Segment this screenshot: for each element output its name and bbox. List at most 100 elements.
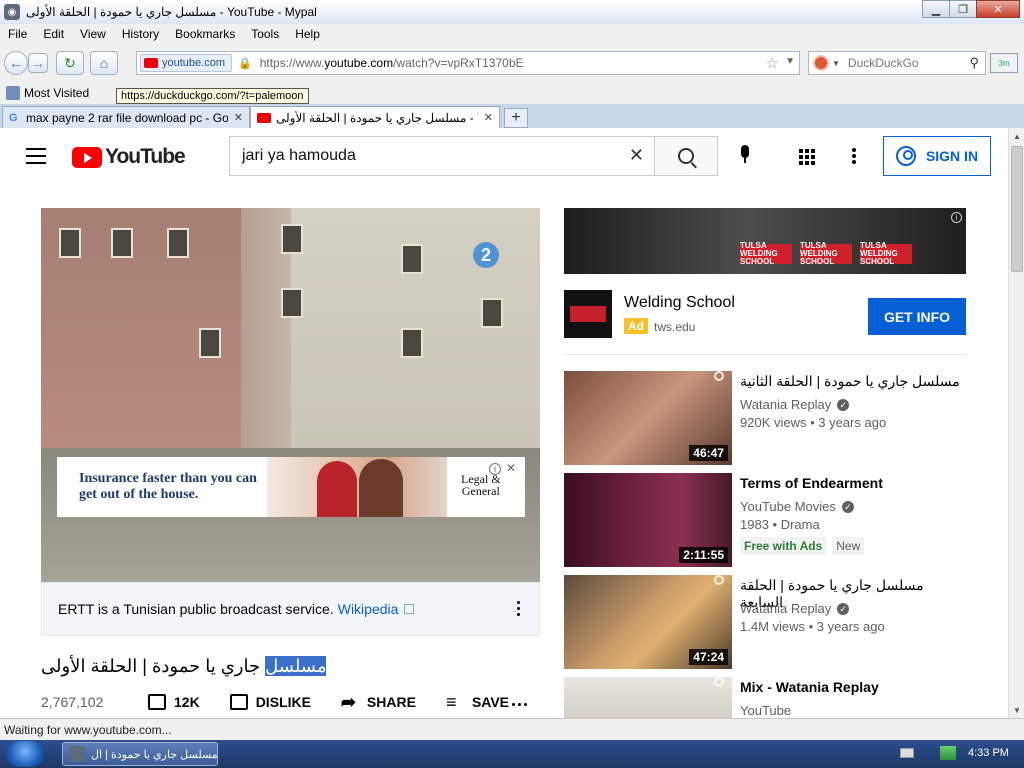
duckduckgo-icon[interactable] bbox=[813, 55, 829, 71]
video-title[interactable]: Terms of Endearment bbox=[740, 475, 960, 491]
video-title[interactable]: Mix - Watania Replay bbox=[740, 679, 960, 695]
advertiser-name[interactable]: Welding School bbox=[624, 294, 735, 312]
search-bar[interactable]: ▼ DuckDuckGo ⚲ bbox=[808, 51, 986, 75]
save-button[interactable]: ≡ SAVE bbox=[446, 693, 510, 711]
recommended-video[interactable]: Mix - Watania Replay YouTube bbox=[564, 677, 1008, 718]
network-tray-icon[interactable] bbox=[940, 746, 956, 760]
ad-info-icon[interactable]: i bbox=[951, 212, 962, 223]
dislike-label: DISLIKE bbox=[255, 694, 311, 710]
video-title: مسلسل جاري يا حمودة | الحلقة الأولى bbox=[41, 656, 540, 677]
tab-youtube-video[interactable]: مسلسل جاري يا حمودة | الحلقة الأولى - Yo… bbox=[250, 106, 500, 128]
menu-file[interactable]: File bbox=[0, 27, 35, 41]
search-engine-dropdown-icon[interactable]: ▼ bbox=[832, 59, 840, 68]
youtube-logo[interactable]: YouTube bbox=[72, 145, 186, 169]
menu-bookmarks[interactable]: Bookmarks bbox=[167, 27, 243, 41]
menu-history[interactable]: History bbox=[114, 27, 167, 41]
page-scrollbar[interactable]: ▲ ▼ bbox=[1008, 128, 1024, 718]
video-player[interactable]: 2 Insurance faster than you can get out … bbox=[41, 208, 540, 582]
tab-close-icon[interactable]: ✕ bbox=[234, 111, 243, 124]
bookmark-star-icon[interactable]: ☆ bbox=[766, 54, 779, 72]
video-thumbnail[interactable]: 2:11:55 bbox=[564, 473, 732, 567]
youtube-favicon-icon bbox=[144, 58, 158, 68]
video-frame bbox=[401, 244, 423, 274]
maximize-button[interactable]: ❐ bbox=[949, 0, 977, 18]
menu-tools[interactable]: Tools bbox=[243, 27, 287, 41]
tab-close-icon[interactable]: ✕ bbox=[484, 111, 493, 124]
more-actions-icon[interactable] bbox=[512, 703, 530, 706]
channel-name[interactable]: Watania Replay ✓ bbox=[740, 397, 850, 412]
forward-button[interactable]: → bbox=[28, 53, 48, 73]
verified-check-icon: ✓ bbox=[841, 500, 854, 513]
keyboard-tray-icon[interactable] bbox=[900, 748, 914, 758]
ad-info-icon[interactable]: i bbox=[489, 463, 501, 475]
menu-hamburger-icon[interactable] bbox=[26, 148, 46, 164]
youtube-search-button[interactable] bbox=[654, 136, 718, 176]
tab-label: max payne 2 rar file download pc - Go... bbox=[26, 110, 228, 125]
system-clock[interactable]: 4:33 PM bbox=[968, 747, 1009, 759]
url-text[interactable]: https://www.youtube.com/watch?v=vpRxT137… bbox=[260, 56, 524, 70]
video-frame bbox=[401, 328, 423, 358]
minimize-button[interactable]: ▁ bbox=[922, 0, 950, 18]
overlay-ad[interactable]: Insurance faster than you can get out of… bbox=[57, 457, 525, 517]
settings-more-icon[interactable] bbox=[852, 148, 856, 166]
banner-ad[interactable]: TULSA WELDING SCHOOL TULSA WELDING SCHOO… bbox=[564, 208, 966, 274]
home-button[interactable]: ⌂ bbox=[90, 51, 118, 75]
back-button[interactable]: ← bbox=[4, 51, 28, 75]
search-go-icon[interactable]: ⚲ bbox=[969, 55, 979, 71]
url-history-dropdown-icon[interactable]: ▼ bbox=[785, 56, 795, 67]
menu-view[interactable]: View bbox=[72, 27, 114, 41]
verified-check-icon: ✓ bbox=[837, 602, 850, 615]
url-bar[interactable]: youtube.com 🔒 https://www.youtube.com/wa… bbox=[136, 51, 800, 75]
video-thumbnail[interactable]: 46:47 bbox=[564, 371, 732, 465]
close-ad-icon[interactable]: ✕ bbox=[506, 461, 516, 475]
search-query: jari ya hamouda bbox=[242, 147, 356, 164]
share-button[interactable]: ➦ SHARE bbox=[341, 693, 416, 711]
advertiser-domain: tws.edu bbox=[654, 320, 696, 334]
close-window-button[interactable]: ✕ bbox=[976, 0, 1020, 18]
reload-button[interactable]: ↻ bbox=[56, 51, 84, 75]
scroll-up-arrow-icon[interactable]: ▲ bbox=[1009, 128, 1024, 144]
overlay-ad-text: Insurance faster than you can get out of… bbox=[79, 471, 257, 502]
video-title[interactable]: مسلسل جاري يا حمودة | الحلقة الثانية bbox=[740, 373, 960, 390]
web-page: YouTube jari ya hamouda ✕ SIGN IN 2 Insu… bbox=[0, 128, 1008, 718]
tab-google-search[interactable]: G max payne 2 rar file download pc - Go.… bbox=[2, 106, 250, 128]
tws-logo-chip: TULSA WELDING SCHOOL bbox=[800, 242, 852, 266]
get-info-button[interactable]: GET INFO bbox=[868, 298, 966, 335]
youtube-search-input[interactable]: jari ya hamouda ✕ bbox=[229, 136, 655, 176]
youtube-logo-text: YouTube bbox=[105, 145, 186, 168]
wikipedia-link[interactable]: Wikipedia bbox=[338, 601, 399, 617]
dislike-button[interactable]: DISLIKE bbox=[229, 694, 311, 710]
divider bbox=[564, 354, 966, 355]
taskbar-window-button[interactable]: مسلسل جاري يا حمودة | ال... bbox=[62, 742, 218, 766]
menu-help[interactable]: Help bbox=[287, 27, 328, 41]
start-button[interactable] bbox=[6, 741, 44, 767]
site-identity-button[interactable]: youtube.com bbox=[140, 54, 232, 72]
channel-name[interactable]: YouTube Movies ✓ bbox=[740, 499, 854, 514]
save-label: SAVE bbox=[471, 694, 510, 710]
navigation-toolbar: ← → ↻ ⌂ youtube.com 🔒 https://www.youtub… bbox=[0, 44, 1024, 82]
new-tab-button[interactable]: + bbox=[504, 108, 528, 128]
channel-watermark-icon bbox=[714, 371, 724, 381]
recommended-video[interactable]: 47:24 مسلسل جاري يا حمودة | الحلقة الساب… bbox=[564, 575, 1008, 669]
video-thumbnail[interactable] bbox=[564, 677, 732, 718]
apps-grid-icon[interactable] bbox=[799, 149, 815, 165]
youtube-play-icon bbox=[72, 146, 102, 168]
legal-general-logo: Legal & General bbox=[461, 473, 501, 497]
recommended-video[interactable]: 46:47 مسلسل جاري يا حمودة | الحلقة الثان… bbox=[564, 371, 1008, 465]
voice-search-icon[interactable] bbox=[739, 145, 751, 167]
sign-in-button[interactable]: SIGN IN bbox=[883, 136, 991, 176]
menu-edit[interactable]: Edit bbox=[35, 27, 72, 41]
toolbar-extension-button[interactable]: 3m bbox=[990, 53, 1018, 73]
channel-name[interactable]: Watania Replay ✓ bbox=[740, 601, 850, 616]
info-panel-more-icon[interactable] bbox=[517, 601, 521, 619]
url-domain: youtube.com bbox=[324, 56, 394, 70]
clear-search-icon[interactable]: ✕ bbox=[629, 145, 644, 166]
channel-name[interactable]: YouTube bbox=[740, 703, 791, 718]
advertiser-logo bbox=[564, 290, 612, 338]
recommended-video[interactable]: 2:11:55 Terms of Endearment YouTube Movi… bbox=[564, 473, 1008, 567]
bookmark-most-visited[interactable]: Most Visited bbox=[24, 86, 89, 100]
scroll-down-arrow-icon[interactable]: ▼ bbox=[1009, 702, 1024, 718]
like-button[interactable]: 12K bbox=[148, 694, 200, 710]
scrollbar-thumb[interactable] bbox=[1011, 146, 1023, 272]
video-thumbnail[interactable]: 47:24 bbox=[564, 575, 732, 669]
